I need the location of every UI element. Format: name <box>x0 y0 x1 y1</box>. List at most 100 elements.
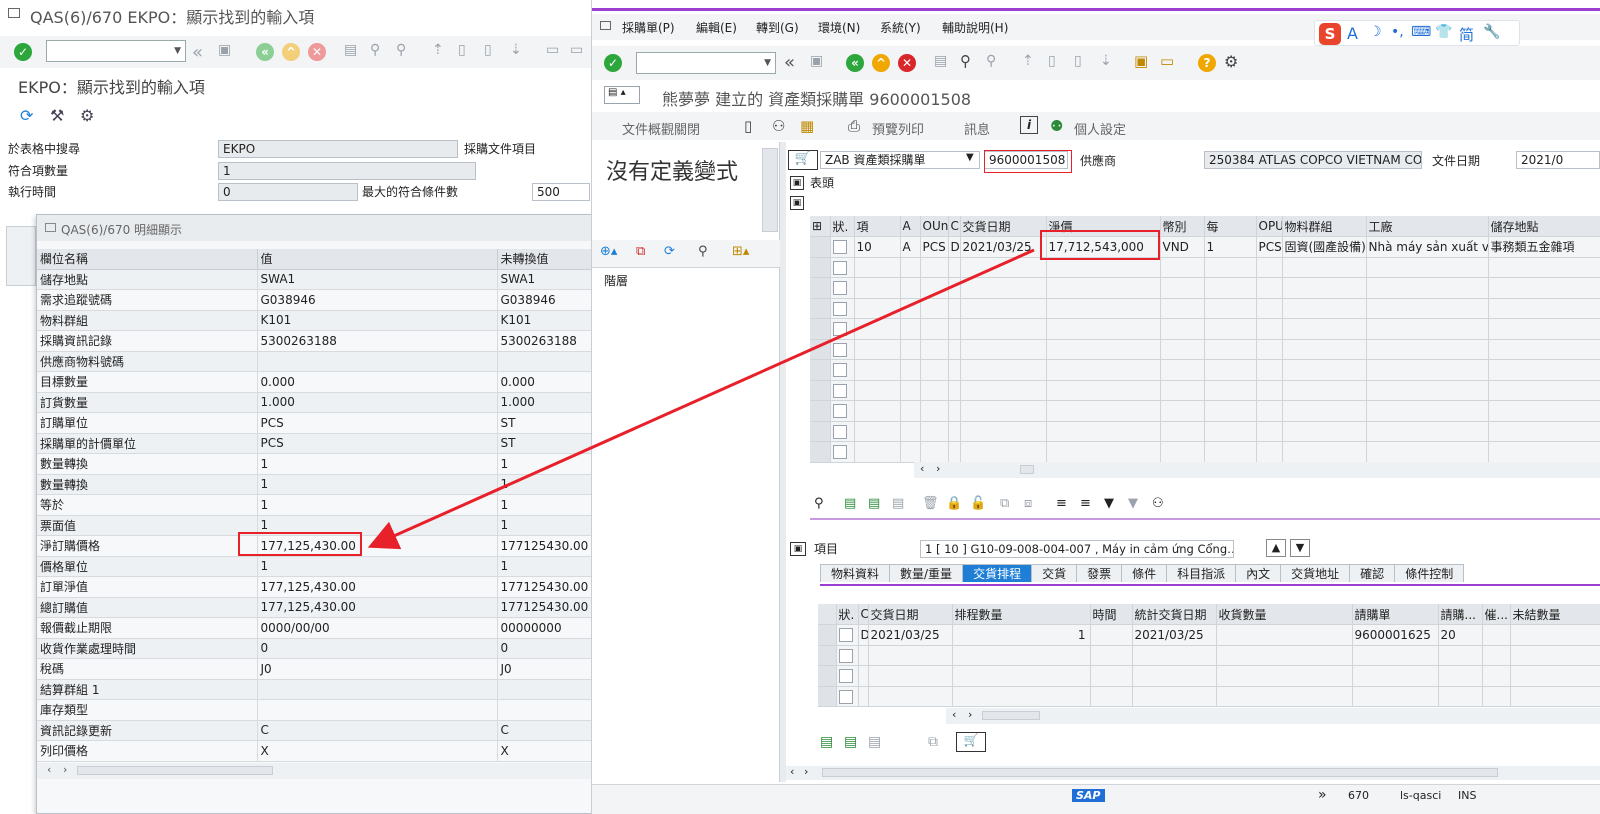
row-checkbox[interactable] <box>832 424 847 439</box>
item-cell-oun[interactable]: PCS <box>920 236 949 258</box>
item-overview-toggle-icon[interactable]: ▣ <box>790 196 804 210</box>
row-checkbox[interactable] <box>832 301 847 316</box>
item-unlock-icon[interactable]: 🔓 <box>970 496 986 511</box>
empty-status-cell[interactable] <box>830 257 855 278</box>
empty-cell[interactable] <box>920 380 949 401</box>
item-cell-storage[interactable]: 事務類五金雜項 <box>1488 236 1600 258</box>
item-cell-item[interactable]: 10 <box>854 236 901 258</box>
empty-cell[interactable] <box>1132 645 1217 666</box>
empty-cell[interactable] <box>1204 277 1257 299</box>
empty-cell[interactable] <box>1488 318 1600 340</box>
item-col-status[interactable]: 狀. <box>830 216 855 237</box>
first-page-icon[interactable]: ⇡ <box>432 42 444 58</box>
personal-settings-icon[interactable]: ⚉ <box>1050 117 1063 135</box>
empty-cell[interactable] <box>854 257 901 278</box>
empty-cell[interactable] <box>900 380 921 401</box>
item-cell-a[interactable]: A <box>900 236 921 258</box>
empty-cell[interactable] <box>920 441 949 463</box>
right-new-session-icon[interactable]: ▣ <box>1134 52 1148 70</box>
right-next-page-icon[interactable]: ▯ <box>1074 53 1082 69</box>
schedule-cell-status[interactable] <box>836 624 859 646</box>
empty-cell[interactable] <box>1216 665 1353 687</box>
empty-cell[interactable] <box>920 359 949 381</box>
item-sort-icon[interactable]: ≡ <box>1056 496 1067 511</box>
item-cell-c[interactable]: D <box>948 236 961 258</box>
empty-cell[interactable] <box>1352 645 1439 666</box>
row-checkbox[interactable] <box>832 322 847 336</box>
empty-cell[interactable] <box>1488 400 1600 422</box>
empty-cell[interactable] <box>900 257 921 278</box>
item-col-storage[interactable]: 儲存地點 <box>1488 216 1600 237</box>
schedule-col-open-qty[interactable]: 未結數量 <box>1510 604 1600 625</box>
empty-cell[interactable] <box>810 359 831 381</box>
empty-cell[interactable] <box>1488 339 1600 360</box>
schedule-col-c[interactable]: C <box>858 604 869 625</box>
empty-cell[interactable] <box>1204 257 1257 278</box>
empty-cell[interactable] <box>1204 318 1257 340</box>
empty-cell[interactable] <box>1366 380 1489 401</box>
item-sort-desc-icon[interactable]: ≡ <box>1080 496 1091 511</box>
empty-cell[interactable] <box>948 400 961 422</box>
empty-cell[interactable] <box>1046 318 1161 340</box>
new-session-icon[interactable]: ▭ <box>546 42 559 58</box>
hold-icon[interactable]: ⚇ <box>772 117 785 135</box>
ime-lang[interactable]: A <box>1347 24 1358 43</box>
schedule-add-icon[interactable]: ▤ <box>820 734 833 750</box>
right-find-next-icon[interactable]: ⚲ <box>986 53 996 69</box>
empty-cell[interactable] <box>1438 645 1483 666</box>
tab-delivery-address[interactable]: 交貨地址 <box>1280 564 1351 582</box>
empty-cell[interactable] <box>1204 298 1257 319</box>
item-col-item[interactable]: 項 <box>854 216 901 237</box>
empty-cell[interactable] <box>1510 665 1600 687</box>
item-paste-icon[interactable]: ▤ <box>892 496 904 511</box>
schedule-scroll-right-icon[interactable]: › <box>968 708 972 721</box>
empty-cell[interactable] <box>854 298 901 319</box>
empty-cell[interactable] <box>868 645 953 666</box>
layout-col-icon[interactable]: ⊞ <box>810 216 831 237</box>
menu-env[interactable]: 環境(N) <box>818 19 860 36</box>
empty-status-cell[interactable] <box>830 318 855 340</box>
schedule-col-delivery-date[interactable]: 交貨日期 <box>868 604 953 625</box>
item-col-opu[interactable]: OPU <box>1256 216 1283 237</box>
menu-edit[interactable]: 編輯(E) <box>696 19 737 36</box>
table-row[interactable]: 資訊記錄更新 C C <box>37 720 591 741</box>
empty-cell[interactable] <box>920 298 949 319</box>
empty-cell[interactable] <box>1204 441 1257 463</box>
empty-cell[interactable] <box>1256 298 1283 319</box>
item-col-oun[interactable]: OUn <box>920 216 949 237</box>
empty-cell[interactable] <box>818 645 837 666</box>
empty-cell[interactable] <box>1488 298 1600 319</box>
empty-cell[interactable] <box>920 339 949 360</box>
empty-cell[interactable] <box>810 298 831 319</box>
empty-cell[interactable] <box>900 400 921 422</box>
schedule-cell-reminder[interactable] <box>1482 624 1511 646</box>
empty-cell[interactable] <box>920 400 949 422</box>
back-icon[interactable]: « <box>256 43 274 61</box>
enter-button[interactable]: ✓ <box>14 43 32 61</box>
scroll-left-icon[interactable]: ‹ <box>47 763 51 776</box>
empty-cell[interactable] <box>854 359 901 381</box>
item-col-a[interactable]: A <box>900 216 921 237</box>
schedule-cell-pr[interactable]: 9600001625 <box>1352 624 1439 646</box>
empty-row[interactable] <box>810 380 1600 401</box>
empty-cell[interactable] <box>854 421 901 442</box>
empty-cell[interactable] <box>1438 686 1483 707</box>
empty-cell[interactable] <box>960 257 1047 278</box>
detail-header-value[interactable]: 值 <box>257 249 498 270</box>
table-row[interactable]: 訂單淨值 177,125,430.00 177125430.00 <box>37 576 591 598</box>
empty-cell[interactable] <box>1160 421 1205 442</box>
item-col-plant[interactable]: 工廠 <box>1366 216 1489 237</box>
empty-cell[interactable] <box>836 686 859 707</box>
overview-layout-icon[interactable]: ⊞▴ <box>732 244 749 259</box>
empty-cell[interactable] <box>854 339 901 360</box>
empty-cell[interactable] <box>1132 665 1217 687</box>
empty-cell[interactable] <box>960 277 1047 299</box>
po-type-dropdown-icon[interactable]: ▼ <box>966 152 974 163</box>
schedule-cell-time[interactable] <box>1090 624 1133 646</box>
back-double-icon[interactable]: « <box>192 42 203 63</box>
tab-delivery-schedule[interactable]: 交貨排程 <box>962 564 1033 582</box>
empty-cell[interactable] <box>858 645 869 666</box>
empty-cell[interactable] <box>1282 359 1367 381</box>
item-cell-status[interactable] <box>830 236 855 258</box>
item-prev-button[interactable]: ▲ <box>1266 539 1286 557</box>
